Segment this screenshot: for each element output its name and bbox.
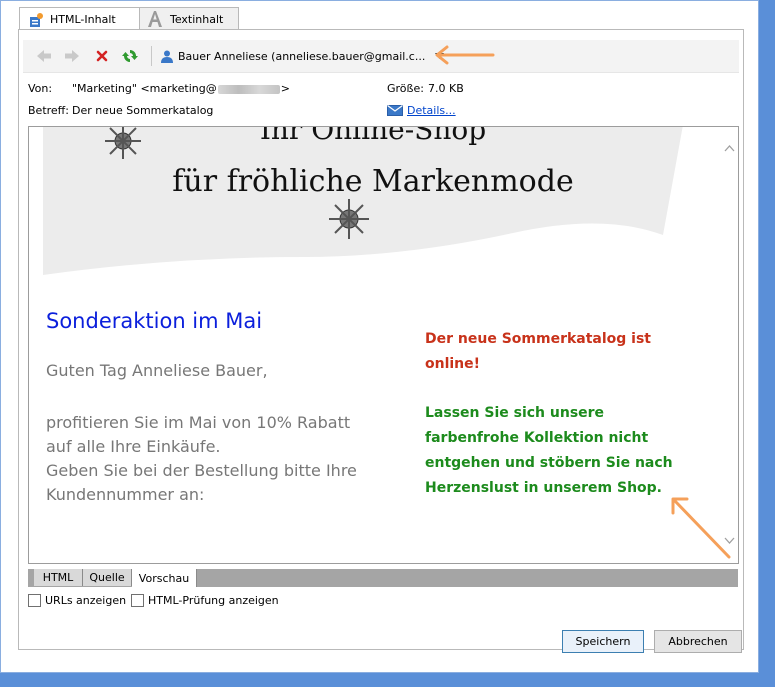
body-line-2: auf alle Ihre Einkäufe.: [46, 437, 221, 456]
annotation-arrow-icon: [435, 45, 495, 65]
toolbar: Bauer Anneliese (anneliese.bauer@gmail.c…: [23, 40, 739, 73]
show-urls-option[interactable]: URLs anzeigen: [28, 594, 126, 607]
html-content-panel: Bauer Anneliese (anneliese.bauer@gmail.c…: [18, 29, 744, 650]
save-button[interactable]: Speichern: [562, 630, 644, 653]
back-button[interactable]: [35, 47, 53, 65]
view-tabs: HTML Quelle Vorschau: [28, 569, 738, 587]
show-urls-label: URLs anzeigen: [45, 594, 127, 607]
banner-subtitle: für fröhliche Markenmode: [172, 164, 573, 199]
body-line-4: Kundennummer an:: [46, 485, 205, 504]
green-line-4: Herzenslust in unserem Shop.: [425, 480, 662, 496]
tab-text-content-label: Textinhalt: [170, 12, 224, 26]
greeting-text: Guten Tag Anneliese Bauer,: [46, 361, 268, 380]
subject-label: Betreff:: [28, 104, 69, 117]
tab-html[interactable]: HTML: [34, 569, 83, 586]
email-editor-window: HTML-Inhalt Textinhalt Bauer Anneliese (…: [0, 0, 759, 673]
html-check-option[interactable]: HTML-Prüfung anzeigen: [131, 594, 279, 607]
email-preview[interactable]: Ihr Online-Shop für fröhliche Markenmode…: [28, 126, 739, 564]
banner-title: Ihr Online-Shop: [260, 126, 486, 146]
tab-preview[interactable]: Vorschau: [132, 569, 197, 587]
green-line-2: farbenfrohe Kollektion nicht: [425, 430, 649, 446]
envelope-icon: [387, 105, 403, 116]
save-button-label: Speichern: [575, 635, 631, 648]
forward-button[interactable]: [63, 47, 81, 65]
arrow-left-icon: [37, 50, 51, 62]
close-icon: [96, 50, 108, 62]
from-label: Von:: [28, 82, 53, 95]
tab-html-content-label: HTML-Inhalt: [50, 13, 116, 26]
body-line-3: Geben Sie bei der Bestellung bitte Ihre: [46, 461, 357, 480]
cancel-button[interactable]: Abbrechen: [654, 630, 742, 653]
html-check-checkbox[interactable]: [131, 594, 144, 607]
html-content-icon: [28, 12, 44, 28]
cancel-button-label: Abbrechen: [668, 635, 728, 648]
recipient-label: Bauer Anneliese (anneliese.bauer@gmail.c…: [178, 49, 426, 63]
details-link[interactable]: Details...: [407, 104, 456, 117]
red-line-2: online!: [425, 356, 481, 372]
refresh-icon: [122, 50, 138, 62]
green-line-3: entgehen und stöbern Sie nach: [425, 455, 673, 471]
annotation-arrow-icon: [671, 497, 731, 559]
promo-heading: Sonderaktion im Mai: [46, 309, 263, 333]
green-line-1: Lassen Sie sich unsere: [425, 405, 605, 421]
tab-source[interactable]: Quelle: [83, 569, 132, 586]
delete-button[interactable]: [93, 47, 111, 65]
red-line-1: Der neue Sommerkatalog ist: [425, 331, 652, 347]
catalog-announcement: Der neue Sommerkatalog ist online!: [425, 327, 685, 377]
tab-text-content[interactable]: Textinhalt: [139, 7, 239, 30]
show-urls-checkbox[interactable]: [28, 594, 41, 607]
banner-image: Ihr Online-Shop für fröhliche Markenmode: [43, 126, 683, 275]
scroll-up-icon[interactable]: [724, 145, 735, 152]
size-label: Größe:: [387, 82, 424, 95]
arrow-right-icon: [65, 50, 79, 62]
user-icon: [161, 50, 173, 63]
shop-invitation: Lassen Sie sich unsere farbenfrohe Kolle…: [425, 401, 705, 501]
tab-html-content[interactable]: HTML-Inhalt: [19, 7, 141, 31]
from-value: "Marketing" <marketing@ >: [72, 82, 290, 95]
redacted-block: [217, 84, 280, 94]
from-value-start: "Marketing" <marketing@: [72, 82, 217, 95]
text-content-icon: [146, 10, 164, 28]
from-value-end: >: [280, 82, 290, 95]
details-link-wrap[interactable]: Details...: [387, 104, 456, 117]
size-value: 7.0 KB: [428, 82, 464, 95]
recipient-selector[interactable]: Bauer Anneliese (anneliese.bauer@gmail.c…: [161, 47, 445, 65]
subject-value: Der neue Sommerkatalog: [72, 104, 214, 117]
body-line-1: profitieren Sie im Mai von 10% Rabatt: [46, 413, 351, 432]
toolbar-separator: [151, 46, 152, 66]
html-check-label: HTML-Prüfung anzeigen: [148, 594, 279, 607]
refresh-button[interactable]: [121, 47, 139, 65]
